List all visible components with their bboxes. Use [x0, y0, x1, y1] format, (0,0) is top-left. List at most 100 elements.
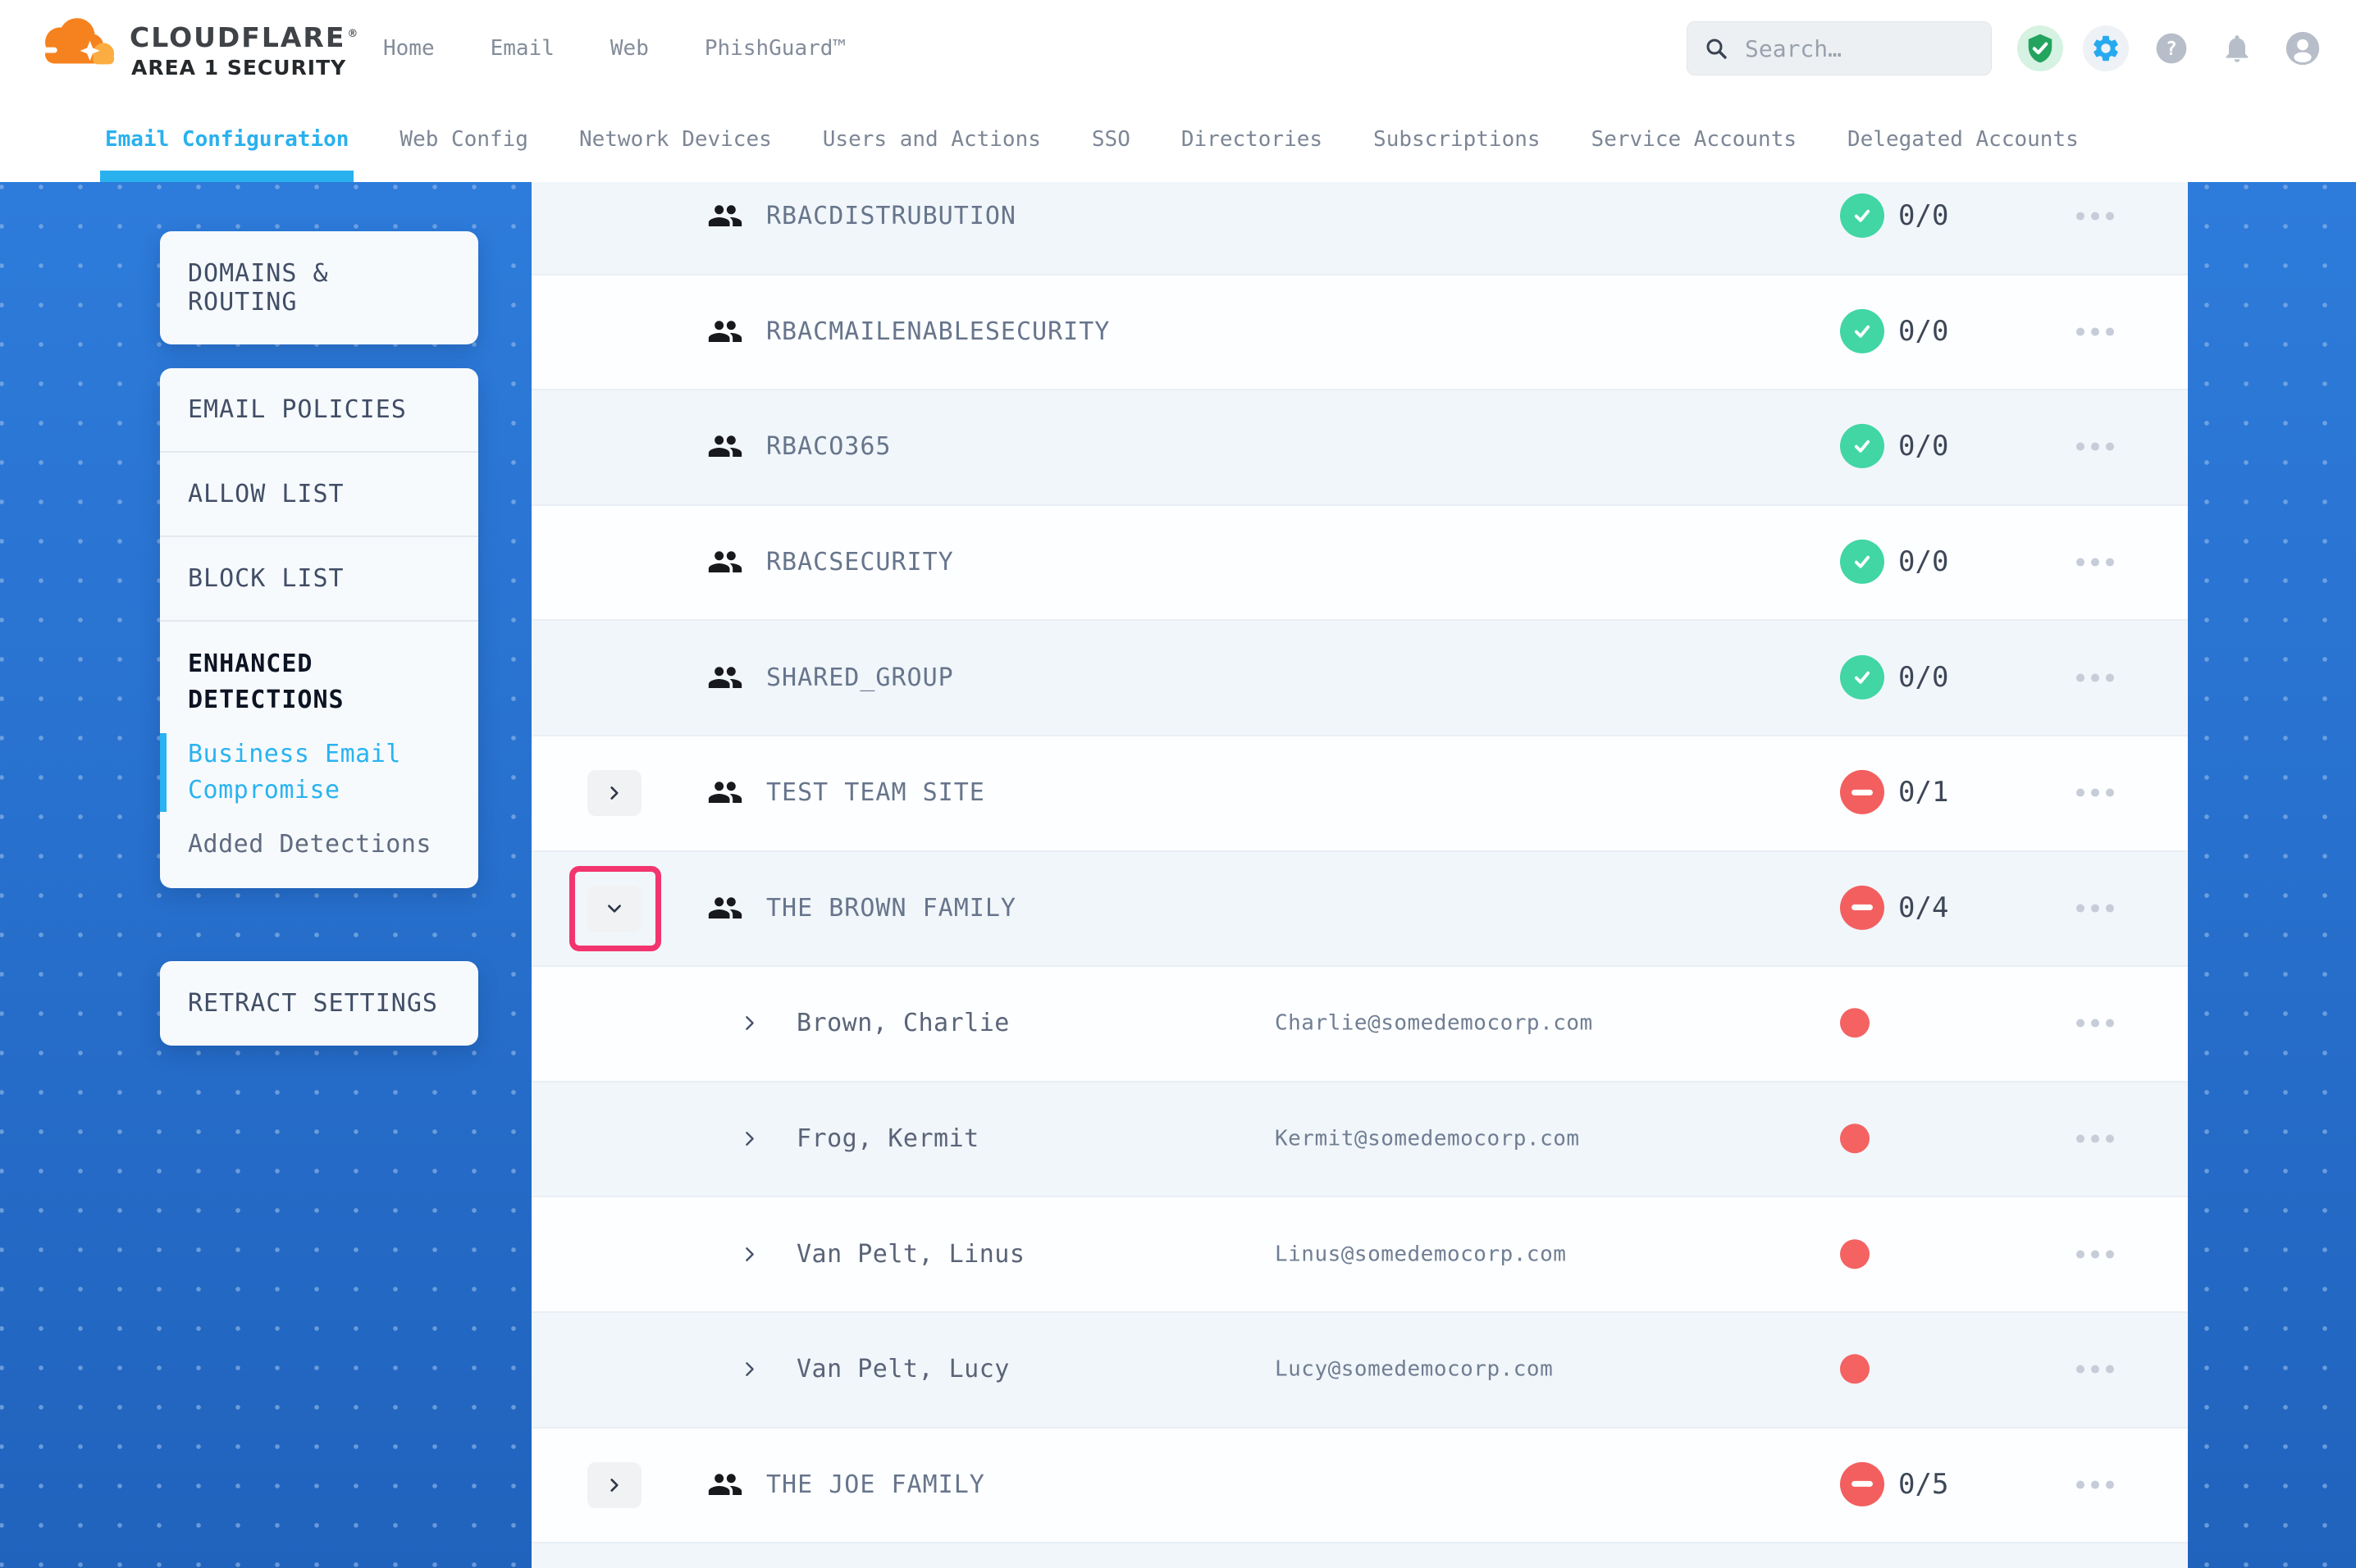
group-name: THE BROWN FAMILY	[766, 894, 1016, 923]
notifications-button[interactable]	[2214, 25, 2260, 71]
group-icon	[707, 1466, 743, 1502]
topnav-item-phishguard[interactable]: PhishGuard™	[705, 36, 846, 61]
row-menu-button[interactable]	[2076, 1475, 2114, 1493]
tab-service-accounts[interactable]: Service Accounts	[1591, 97, 1797, 182]
status-dot-blocked	[1840, 1009, 1870, 1038]
group-icon	[707, 890, 743, 926]
chevron-right-icon	[605, 784, 623, 802]
topnav-item-home[interactable]: Home	[383, 36, 435, 61]
help-button[interactable]: ?	[2148, 25, 2194, 71]
chevron-right-icon	[740, 1244, 760, 1264]
group-icon	[707, 1466, 743, 1502]
check-icon	[1851, 205, 1873, 226]
member-count: 0/0	[1898, 545, 1948, 578]
group-name: RBACDISTRUBUTION	[766, 202, 1016, 230]
topnav-item-email[interactable]: Email	[491, 36, 555, 61]
tab-sso[interactable]: SSO	[1092, 97, 1130, 182]
tab-web-config[interactable]: Web Config	[400, 97, 528, 182]
sidebar-card-domains: DOMAINS & ROUTING	[160, 231, 478, 344]
top-header: CLOUDFLARE® AREA 1 SECURITY Home Email Web…	[0, 0, 2356, 98]
status-dot-blocked	[1840, 1355, 1870, 1384]
chevron-right-icon[interactable]	[740, 1244, 760, 1264]
chevron-right-icon[interactable]	[740, 1129, 760, 1149]
tab-directories[interactable]: Directories	[1181, 97, 1322, 182]
config-subnav: Email Configuration Web Config Network Dev…	[0, 97, 2356, 182]
status-badge-allowed	[1840, 540, 1884, 584]
chevron-right-icon	[740, 1360, 760, 1379]
group-icon	[707, 429, 743, 465]
topnav-item-web[interactable]: Web	[610, 36, 649, 61]
status-badge-blocked	[1840, 1462, 1884, 1506]
security-shield-button[interactable]	[2017, 25, 2063, 71]
settings-button[interactable]	[2083, 25, 2129, 71]
status-badge-allowed	[1840, 655, 1884, 700]
member-row: Frog, KermitKermit@somedemocorp.com	[532, 1083, 2188, 1198]
sidebar-item-email-policies[interactable]: EMAIL POLICIES	[160, 368, 478, 453]
group-icon	[707, 198, 743, 234]
status-badge-blocked	[1840, 886, 1884, 930]
expand-button[interactable]	[587, 770, 642, 816]
tab-network-devices[interactable]: Network Devices	[579, 97, 772, 182]
brand-name: CLOUDFLARE®	[130, 21, 359, 53]
collapse-button[interactable]	[587, 886, 642, 932]
chevron-down-icon	[605, 900, 623, 918]
sidebar-item-added-detections[interactable]: Added Detections	[160, 818, 478, 888]
member-name: Van Pelt, Linus	[797, 1239, 1025, 1268]
minus-icon	[1851, 790, 1873, 795]
group-name: TEST TEAM SITE	[766, 778, 985, 807]
row-menu-button[interactable]	[2076, 207, 2114, 226]
member-count: 0/0	[1898, 431, 1948, 463]
brand-product: AREA 1 SECURITY	[131, 56, 346, 80]
table-row: RBACSECURITY0/0	[532, 506, 2188, 622]
search-icon	[1704, 36, 1728, 61]
row-menu-button[interactable]	[2076, 784, 2114, 802]
svg-text:?: ?	[2166, 39, 2177, 60]
table-row: THE BROWN FAMILY0/4	[532, 852, 2188, 968]
group-icon	[707, 659, 743, 695]
group-icon	[707, 890, 743, 926]
tab-delegated-accounts[interactable]: Delegated Accounts	[1847, 97, 2079, 182]
row-menu-button[interactable]	[2076, 668, 2114, 686]
search-input[interactable]	[1743, 34, 1975, 63]
gear-icon	[2090, 33, 2121, 64]
member-email: Kermit@somedemocorp.com	[1275, 1126, 1580, 1151]
row-menu-button[interactable]	[2076, 899, 2114, 917]
status-badge-allowed	[1840, 194, 1884, 238]
account-button[interactable]	[2280, 25, 2326, 71]
member-row: Van Pelt, LucyLucy@somedemocorp.com	[532, 1313, 2188, 1429]
row-menu-button[interactable]	[2076, 1245, 2114, 1263]
sidebar-item-block-list[interactable]: BLOCK LIST	[160, 537, 478, 622]
tab-subscriptions[interactable]: Subscriptions	[1373, 97, 1541, 182]
sidebar-card-policies: EMAIL POLICIESALLOW LISTBLOCK LISTENHANC…	[160, 368, 478, 888]
chevron-right-icon	[740, 1129, 760, 1149]
member-count: 0/0	[1898, 199, 1948, 232]
tab-email-configuration[interactable]: Email Configuration	[105, 97, 349, 182]
group-icon	[707, 313, 743, 349]
member-row: Van Pelt, LinusLinus@somedemocorp.com	[532, 1197, 2188, 1313]
chevron-right-icon[interactable]	[740, 1360, 760, 1379]
group-icon	[707, 659, 743, 695]
group-name: RBACMAILENABLESECURITY	[766, 317, 1110, 346]
check-icon	[1851, 551, 1873, 572]
tab-users-and-actions[interactable]: Users and Actions	[823, 97, 1041, 182]
row-menu-button[interactable]	[2076, 1361, 2114, 1379]
sidebar-item-business-email-compromise[interactable]: Business Email Compromise	[160, 727, 478, 818]
expand-button[interactable]	[587, 1462, 642, 1508]
row-menu-button[interactable]	[2076, 554, 2114, 572]
group-icon	[707, 774, 743, 810]
search-box[interactable]	[1687, 21, 1992, 75]
group-icon	[707, 313, 743, 349]
sidebar-item-domains-routing[interactable]: DOMAINS & ROUTING	[160, 231, 478, 344]
row-menu-button[interactable]	[2076, 1130, 2114, 1148]
sidebar-item-retract-settings[interactable]: RETRACT SETTINGS	[160, 961, 478, 1046]
avatar-icon	[2285, 30, 2321, 66]
cloudflare-logo-icon	[34, 10, 120, 80]
chevron-right-icon[interactable]	[740, 1014, 760, 1033]
row-menu-button[interactable]	[2076, 1014, 2114, 1032]
sidebar-item-allow-list[interactable]: ALLOW LIST	[160, 453, 478, 537]
row-menu-button[interactable]	[2076, 322, 2114, 340]
row-menu-button[interactable]	[2076, 438, 2114, 456]
check-icon	[1851, 435, 1873, 457]
sidebar-heading-enhanced-detections: ENHANCED DETECTIONS	[160, 622, 478, 727]
table-row: RBACMAILENABLESECURITY0/0	[532, 276, 2188, 391]
